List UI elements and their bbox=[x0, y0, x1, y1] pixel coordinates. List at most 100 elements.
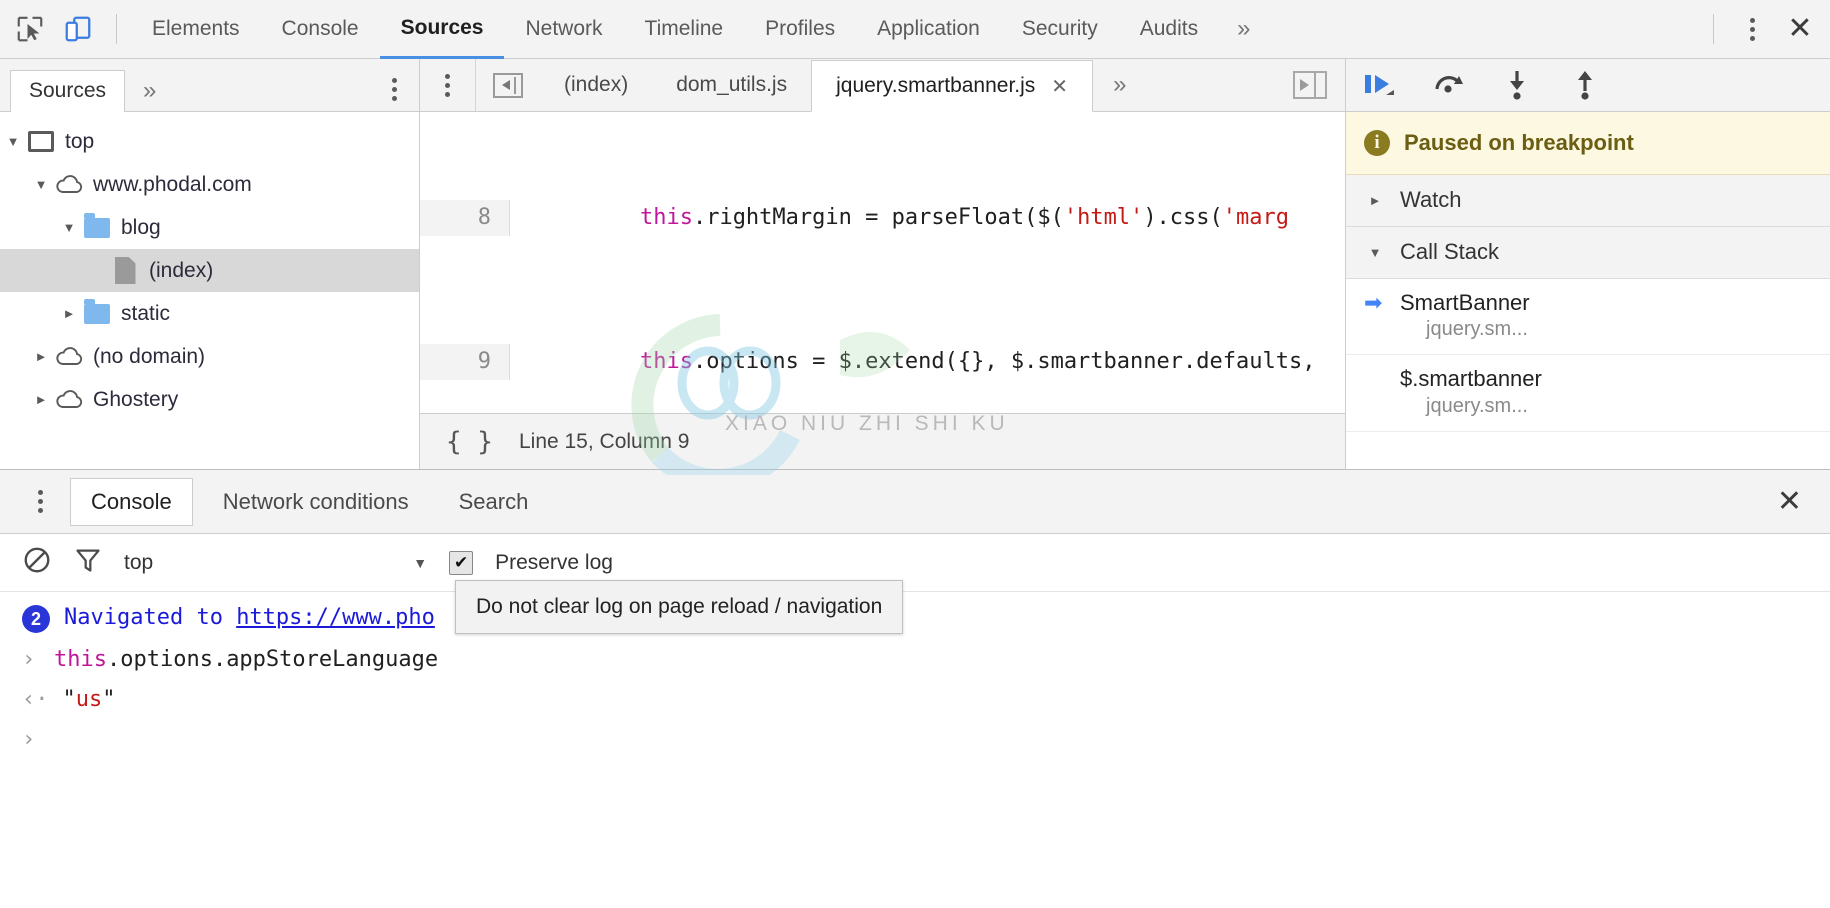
tab-application[interactable]: Application bbox=[856, 0, 1001, 59]
tab-sources[interactable]: Sources bbox=[379, 0, 505, 59]
navigator-tab-sources[interactable]: Sources bbox=[10, 70, 126, 112]
drawer-close-icon[interactable]: ✕ bbox=[1777, 484, 1830, 519]
tab-profiles[interactable]: Profiles bbox=[744, 0, 856, 59]
navigator-more-icon[interactable]: » bbox=[125, 71, 174, 111]
editor-menu-icon[interactable] bbox=[420, 59, 476, 111]
code-editor[interactable]: 8 this.rightMargin = parseFloat($('html'… bbox=[420, 112, 1345, 413]
console-prompt-line[interactable]: › bbox=[0, 720, 1830, 760]
step-into-icon[interactable] bbox=[1496, 64, 1538, 106]
info-icon: i bbox=[1364, 129, 1390, 156]
more-tabs-icon[interactable]: » bbox=[1219, 0, 1268, 59]
navigator-pane: Sources » top www.phodal.com bbox=[0, 59, 420, 469]
drawer-tab-console[interactable]: Console bbox=[70, 477, 193, 526]
twisty-expanded-icon[interactable] bbox=[56, 220, 82, 235]
call-stack-frame-name: $.smartbanner bbox=[1400, 366, 1542, 392]
navigator-menu-icon[interactable] bbox=[370, 78, 419, 111]
console-input-expression: this.options.appStoreLanguage bbox=[54, 647, 439, 672]
tab-timeline[interactable]: Timeline bbox=[624, 0, 745, 59]
folder-icon bbox=[82, 212, 112, 238]
console-output-value: "us" bbox=[62, 687, 116, 712]
editor-tab-index[interactable]: (index) bbox=[540, 59, 652, 111]
tree-item-index[interactable]: (index) bbox=[0, 249, 419, 292]
preserve-log-checkbox[interactable]: ✔ bbox=[449, 550, 474, 575]
twisty-expanded-icon[interactable] bbox=[28, 177, 54, 192]
tree-item-ghostery[interactable]: Ghostery bbox=[0, 378, 419, 421]
kebab-menu-icon[interactable] bbox=[1728, 5, 1776, 53]
tab-audits[interactable]: Audits bbox=[1119, 0, 1219, 59]
editor-pane: (index) dom_utils.js jquery.smartbanner.… bbox=[420, 59, 1345, 469]
drawer-tab-network-conditions[interactable]: Network conditions bbox=[203, 479, 429, 525]
tree-item-no-domain[interactable]: (no domain) bbox=[0, 335, 419, 378]
drawer-tab-search[interactable]: Search bbox=[439, 479, 549, 525]
twisty-collapsed-icon[interactable] bbox=[56, 306, 82, 321]
console-message-text: Navigated to https://www.pho bbox=[64, 605, 435, 630]
console-drawer: Console Network conditions Search ✕ top … bbox=[0, 470, 1830, 908]
editor-tab-dom-utils[interactable]: dom_utils.js bbox=[652, 59, 811, 111]
editor-status-bar: { } Line 15, Column 9 bbox=[420, 413, 1345, 469]
resume-icon[interactable] bbox=[1360, 64, 1402, 106]
editor-tab-jquery-smartbanner[interactable]: jquery.smartbanner.js ✕ bbox=[811, 60, 1094, 112]
editor-tab-label: jquery.smartbanner.js bbox=[836, 74, 1036, 97]
call-stack-frame-current[interactable]: ➡ SmartBanner jquery.sm... bbox=[1346, 279, 1830, 356]
tab-network[interactable]: Network bbox=[504, 0, 623, 59]
tree-item-www-phodal-com[interactable]: www.phodal.com bbox=[0, 163, 419, 206]
debugger-pane: i Paused on breakpoint Watch Call Stack … bbox=[1345, 59, 1830, 469]
console-input-line[interactable]: › this.options.appStoreLanguage bbox=[0, 640, 1830, 680]
paused-on-breakpoint-banner: i Paused on breakpoint bbox=[1346, 112, 1830, 175]
twisty-collapsed-icon[interactable] bbox=[28, 349, 54, 364]
console-context-selector[interactable]: top ▼ bbox=[124, 551, 427, 575]
tree-item-top[interactable]: top bbox=[0, 120, 419, 163]
console-toolbar: top ▼ ✔ Preserve log bbox=[0, 534, 1830, 592]
cloud-icon bbox=[54, 346, 84, 368]
file-tree: top www.phodal.com blog bbox=[0, 112, 419, 469]
cloud-icon bbox=[54, 174, 84, 196]
console-messages[interactable]: 2 Navigated to https://www.pho › this.op… bbox=[0, 592, 1830, 908]
tree-item-blog[interactable]: blog bbox=[0, 206, 419, 249]
drawer-menu-icon[interactable] bbox=[10, 490, 70, 513]
call-stack-list: ➡ SmartBanner jquery.sm... $.smartbanner… bbox=[1346, 278, 1830, 432]
step-out-icon[interactable] bbox=[1564, 64, 1606, 106]
tab-elements[interactable]: Elements bbox=[131, 0, 261, 59]
tree-item-static[interactable]: static bbox=[0, 292, 419, 335]
twisty-collapsed-icon[interactable] bbox=[28, 392, 54, 407]
debugger-section-call-stack[interactable]: Call Stack bbox=[1346, 226, 1830, 279]
current-frame-arrow-icon: ➡ bbox=[1364, 289, 1383, 315]
show-navigator-icon[interactable] bbox=[476, 59, 540, 111]
twisty-expanded-icon[interactable] bbox=[1364, 245, 1386, 260]
section-label: Call Stack bbox=[1400, 239, 1500, 265]
device-toolbar-icon[interactable] bbox=[54, 5, 102, 53]
tree-item-label: Ghostery bbox=[93, 387, 179, 411]
line-content: this.rightMargin = parseFloat($('html').… bbox=[639, 205, 1290, 230]
close-icon[interactable]: ✕ bbox=[1776, 5, 1824, 53]
editor-right-controls bbox=[1293, 59, 1345, 111]
editor-more-tabs-icon[interactable]: » bbox=[1093, 59, 1146, 111]
navigated-url-link[interactable]: https://www.pho bbox=[236, 605, 435, 630]
call-stack-frame[interactable]: $.smartbanner jquery.sm... bbox=[1346, 355, 1830, 432]
toolbar-right-controls: ✕ bbox=[1699, 5, 1824, 53]
tree-item-label: static bbox=[121, 301, 171, 325]
twisty-collapsed-icon[interactable] bbox=[1364, 193, 1386, 208]
call-stack-frame-file: jquery.sm... bbox=[1426, 318, 1528, 341]
frame-arrow-placeholder bbox=[1364, 365, 1388, 419]
inspect-cursor-icon[interactable] bbox=[6, 5, 54, 53]
tab-console[interactable]: Console bbox=[261, 0, 380, 59]
input-prompt-icon: › bbox=[22, 647, 36, 672]
tab-security[interactable]: Security bbox=[1001, 0, 1119, 59]
tree-item-label: (index) bbox=[149, 258, 214, 282]
debugger-section-watch[interactable]: Watch bbox=[1346, 174, 1830, 227]
clear-console-icon[interactable] bbox=[22, 545, 52, 580]
filter-funnel-icon[interactable] bbox=[74, 545, 102, 580]
devtools-window: Elements Console Sources Network Timelin… bbox=[0, 0, 1830, 908]
drawer-tab-bar: Console Network conditions Search ✕ bbox=[0, 470, 1830, 534]
code-line: 9 this.options = $.extend({}, $.smartban… bbox=[420, 344, 1345, 380]
console-context-label: top bbox=[124, 550, 154, 574]
close-icon[interactable]: ✕ bbox=[1051, 74, 1068, 99]
debugger-toolbar bbox=[1346, 59, 1830, 112]
step-over-icon[interactable] bbox=[1428, 64, 1470, 106]
twisty-expanded-icon[interactable] bbox=[0, 134, 26, 149]
preserve-log-label[interactable]: Preserve log bbox=[495, 551, 613, 575]
editor-tab-bar: (index) dom_utils.js jquery.smartbanner.… bbox=[420, 59, 1345, 112]
panel-tabs: Elements Console Sources Network Timelin… bbox=[131, 0, 1699, 59]
pretty-print-braces-icon[interactable]: { } bbox=[446, 427, 493, 457]
split-editor-icon[interactable] bbox=[1293, 71, 1327, 99]
